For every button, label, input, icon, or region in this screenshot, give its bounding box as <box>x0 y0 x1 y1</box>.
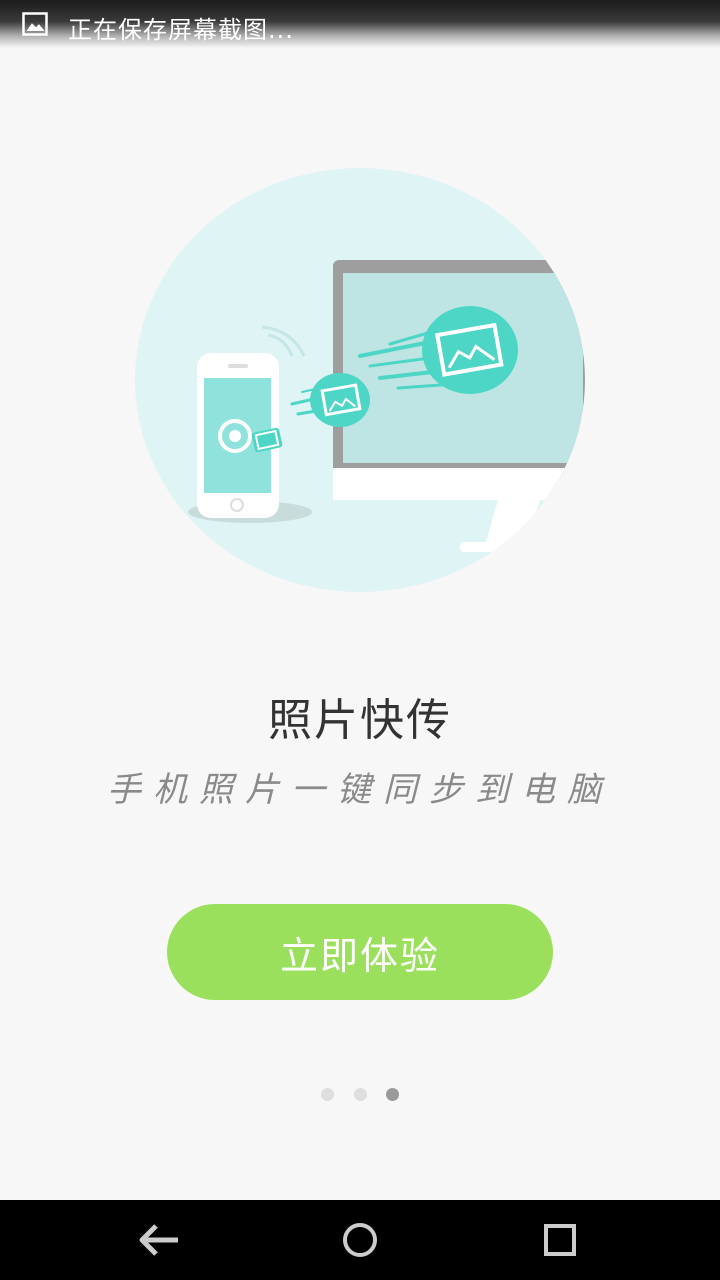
page-dot-3-active <box>385 1088 399 1101</box>
photo-transfer-illustration <box>0 160 720 600</box>
image-icon <box>22 12 48 40</box>
page-indicator <box>0 1086 720 1101</box>
page-subtitle: 手机照片一键同步到电脑 <box>107 770 613 810</box>
page-dot-1 <box>321 1088 335 1101</box>
page-dot-2 <box>353 1088 367 1101</box>
home-icon[interactable] <box>338 1220 382 1260</box>
back-icon[interactable] <box>136 1220 180 1260</box>
page-title: 照片快传 <box>268 695 452 746</box>
recents-icon[interactable] <box>537 1220 581 1260</box>
status-bar: 正在保存屏幕截图... <box>0 0 720 48</box>
try-now-button[interactable]: 立即体验 <box>167 904 553 1000</box>
status-notification-text: 正在保存屏幕截图... <box>68 16 294 44</box>
navigation-bar <box>0 1200 720 1280</box>
